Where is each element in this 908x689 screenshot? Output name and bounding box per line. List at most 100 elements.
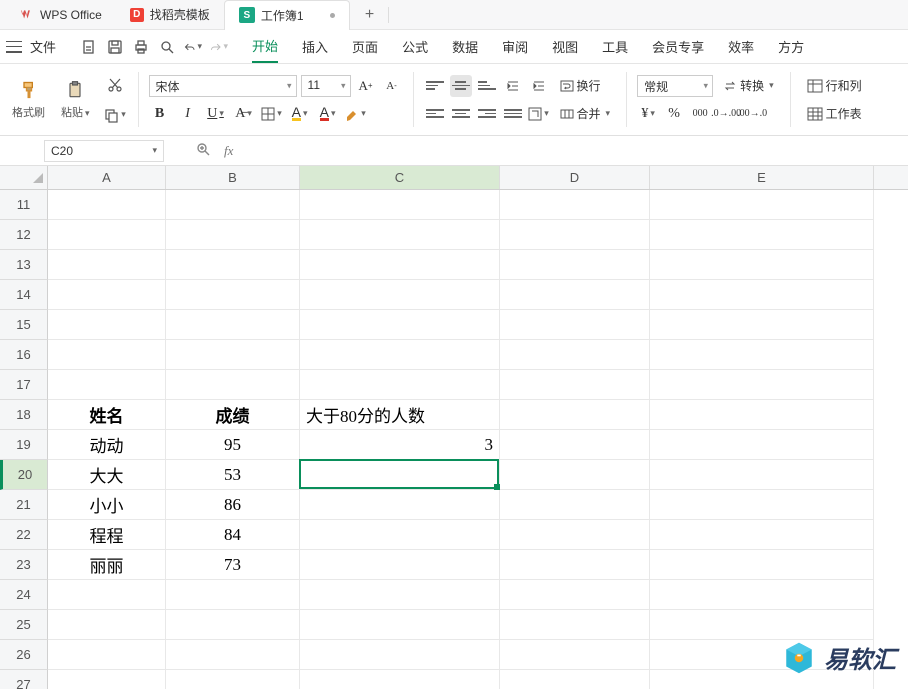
app-tab-docer[interactable]: D 找稻壳模板 xyxy=(116,0,224,30)
cell-B23[interactable]: 73 xyxy=(166,550,300,580)
cell-E23[interactable] xyxy=(650,550,874,580)
increase-font-button[interactable]: A+ xyxy=(355,75,377,97)
row-col-button[interactable]: 行和列 xyxy=(801,75,868,97)
cell-C22[interactable] xyxy=(300,520,500,550)
cell-B14[interactable] xyxy=(166,280,300,310)
cell-A25[interactable] xyxy=(48,610,166,640)
save-button[interactable] xyxy=(106,38,124,56)
cell-B18[interactable]: 成绩 xyxy=(166,400,300,430)
cell-A17[interactable] xyxy=(48,370,166,400)
cell-D21[interactable] xyxy=(500,490,650,520)
cell-C24[interactable] xyxy=(300,580,500,610)
number-format-select[interactable]: 常规▾ xyxy=(637,75,713,97)
name-box[interactable]: C20 ▾ xyxy=(44,140,164,162)
font-name-select[interactable]: 宋体▾ xyxy=(149,75,297,97)
row-header-18[interactable]: 18 xyxy=(0,400,48,430)
thousands-button[interactable]: 000 xyxy=(689,103,711,125)
cell-A19[interactable]: 动动 xyxy=(48,430,166,460)
cell-E14[interactable] xyxy=(650,280,874,310)
tab-review[interactable]: 审阅 xyxy=(502,31,528,62)
tab-formula[interactable]: 公式 xyxy=(402,31,428,62)
cell-C16[interactable] xyxy=(300,340,500,370)
column-header-A[interactable]: A xyxy=(48,166,166,189)
valign-top-button[interactable] xyxy=(424,75,446,97)
cell-C26[interactable] xyxy=(300,640,500,670)
cell-A22[interactable]: 程程 xyxy=(48,520,166,550)
cell-E20[interactable] xyxy=(650,460,874,490)
cell-B16[interactable] xyxy=(166,340,300,370)
decrease-font-button[interactable]: A- xyxy=(381,75,403,97)
undo-button[interactable]: ▾ xyxy=(184,38,202,56)
column-header-E[interactable]: E xyxy=(650,166,874,189)
cell-D13[interactable] xyxy=(500,250,650,280)
row-header-12[interactable]: 12 xyxy=(0,220,48,250)
tab-efficiency[interactable]: 效率 xyxy=(728,31,754,62)
row-header-15[interactable]: 15 xyxy=(0,310,48,340)
border-button[interactable]: ▾ xyxy=(261,103,283,125)
indent-dec-button[interactable] xyxy=(502,75,524,97)
print-preview-button[interactable] xyxy=(158,38,176,56)
formula-input[interactable] xyxy=(239,140,908,162)
cell-A12[interactable] xyxy=(48,220,166,250)
halign-center-button[interactable] xyxy=(450,103,472,125)
worksheet-button[interactable]: 工作表 xyxy=(801,103,868,125)
cell-D16[interactable] xyxy=(500,340,650,370)
row-header-23[interactable]: 23 xyxy=(0,550,48,580)
cell-C12[interactable] xyxy=(300,220,500,250)
cell-C11[interactable] xyxy=(300,190,500,220)
cell-A16[interactable] xyxy=(48,340,166,370)
hamburger-icon[interactable] xyxy=(6,41,22,53)
cell-D20[interactable] xyxy=(500,460,650,490)
cell-E21[interactable] xyxy=(650,490,874,520)
row-header-14[interactable]: 14 xyxy=(0,280,48,310)
cell-E24[interactable] xyxy=(650,580,874,610)
fill-color-button[interactable]: A▾ xyxy=(289,103,311,125)
tab-page[interactable]: 页面 xyxy=(352,31,378,62)
cell-C17[interactable] xyxy=(300,370,500,400)
halign-left-button[interactable] xyxy=(424,103,446,125)
cell-A20[interactable]: 大大 xyxy=(48,460,166,490)
cell-A21[interactable]: 小小 xyxy=(48,490,166,520)
tab-member[interactable]: 会员专享 xyxy=(652,31,704,62)
row-header-26[interactable]: 26 xyxy=(0,640,48,670)
row-header-17[interactable]: 17 xyxy=(0,370,48,400)
cell-D18[interactable] xyxy=(500,400,650,430)
cell-B13[interactable] xyxy=(166,250,300,280)
cell-E12[interactable] xyxy=(650,220,874,250)
cell-E19[interactable] xyxy=(650,430,874,460)
redo-button[interactable]: ▾ xyxy=(210,38,228,56)
row-header-27[interactable]: 27 xyxy=(0,670,48,689)
cell-A26[interactable] xyxy=(48,640,166,670)
valign-bot-button[interactable] xyxy=(476,75,498,97)
cell-A18[interactable]: 姓名 xyxy=(48,400,166,430)
row-header-22[interactable]: 22 xyxy=(0,520,48,550)
cell-D25[interactable] xyxy=(500,610,650,640)
cell-D27[interactable] xyxy=(500,670,650,689)
cell-E11[interactable] xyxy=(650,190,874,220)
cell-D14[interactable] xyxy=(500,280,650,310)
new-doc-button[interactable] xyxy=(80,38,98,56)
select-all-corner[interactable] xyxy=(0,166,48,189)
cell-C20[interactable] xyxy=(300,460,500,490)
cell-D17[interactable] xyxy=(500,370,650,400)
cell-C21[interactable] xyxy=(300,490,500,520)
print-button[interactable] xyxy=(132,38,150,56)
format-painter-button[interactable]: 格式刷 xyxy=(8,68,49,131)
cell-B24[interactable] xyxy=(166,580,300,610)
decimal-inc-button[interactable]: .0→.00 xyxy=(715,103,737,125)
tab-view[interactable]: 视图 xyxy=(552,31,578,62)
cell-D11[interactable] xyxy=(500,190,650,220)
currency-button[interactable]: ¥▾ xyxy=(637,103,659,125)
paste-button[interactable]: 粘贴▾ xyxy=(57,68,94,131)
file-menu[interactable]: 文件 xyxy=(30,37,56,56)
cell-E17[interactable] xyxy=(650,370,874,400)
cell-A24[interactable] xyxy=(48,580,166,610)
row-header-16[interactable]: 16 xyxy=(0,340,48,370)
cell-B11[interactable] xyxy=(166,190,300,220)
row-header-20[interactable]: 20 xyxy=(0,460,48,490)
merge-button[interactable]: 合并▾ xyxy=(554,103,617,125)
convert-button[interactable]: 转换▾ xyxy=(717,75,780,97)
cut-button[interactable] xyxy=(102,73,128,97)
cell-C25[interactable] xyxy=(300,610,500,640)
cell-C27[interactable] xyxy=(300,670,500,689)
